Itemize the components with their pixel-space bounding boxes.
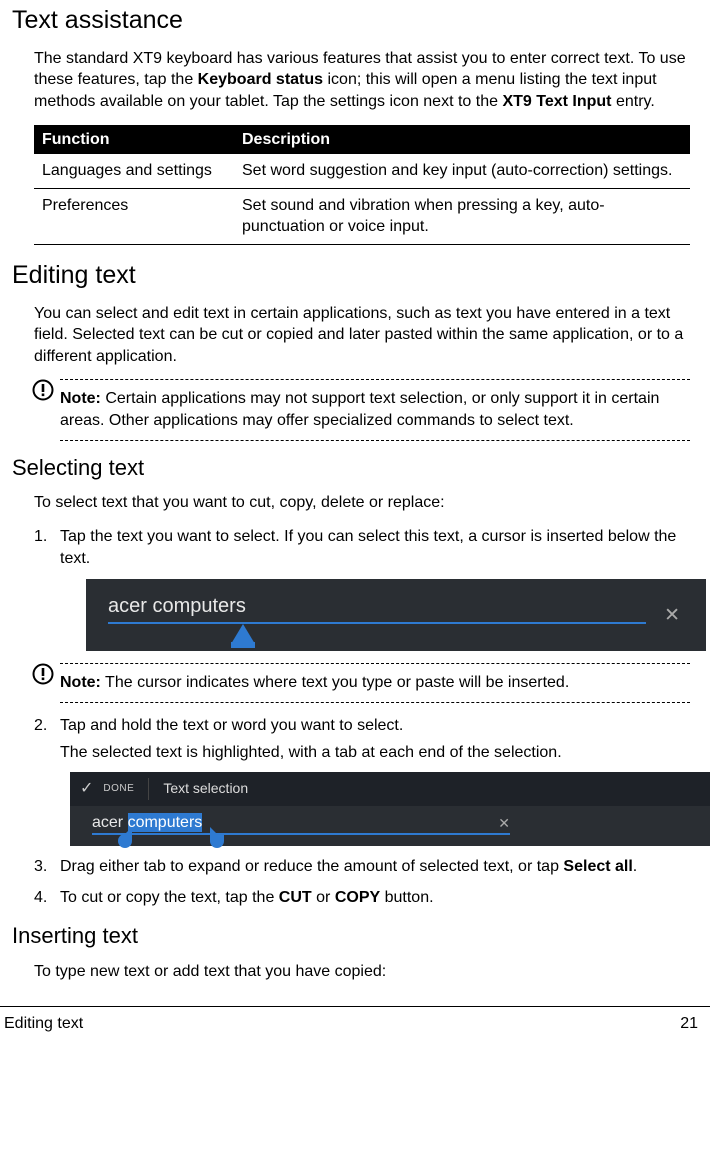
note-block: Note: The cursor indicates where text yo… [34,663,690,703]
alert-icon [32,379,54,401]
step-text: Tap and hold the text or word you want t… [60,715,690,737]
step-4: To cut or copy the text, tap the CUT or … [34,887,690,909]
heading-selecting-text: Selecting text [12,453,698,483]
underline [92,833,510,835]
cursor-handle-icon [231,624,255,644]
alert-icon [32,663,54,685]
screenshot-selection: ✓ DONE Text selection acer computers ✕ [70,772,710,846]
step-text: To cut or copy the text, tap the CUT or … [60,887,690,909]
step-text: The selected text is highlighted, with a… [60,742,690,764]
clear-icon: ✕ [664,603,680,629]
step-text: Drag either tab to expand or reduce the … [60,856,690,878]
selection-handle-left-icon [118,834,132,848]
step-3: Drag either tab to expand or reduce the … [34,856,690,878]
table-row: Languages and settings Set word suggesti… [34,154,690,188]
para-inserting-intro: To type new text or add text that you ha… [34,961,690,983]
note-text: Note: Certain applications may not suppo… [60,388,690,431]
cell-description: Set word suggestion and key input (auto-… [234,154,690,188]
para-text-assistance: The standard XT9 keyboard has various fe… [34,48,690,113]
screenshot-cursor: acer computers ✕ [86,579,690,651]
heading-editing-text: Editing text [12,259,698,293]
cell-function: Preferences [34,188,234,244]
footer-page-number: 21 [680,1013,698,1035]
footer-section-title: Editing text [4,1013,83,1035]
done-label: DONE [103,782,134,796]
steps-list: Tap the text you want to select. If you … [34,526,690,651]
selection-text: acer computers [92,813,202,832]
heading-inserting-text: Inserting text [12,921,698,951]
cell-function: Languages and settings [34,154,234,188]
para-editing-text: You can select and edit text in certain … [34,303,690,368]
note-block: Note: Certain applications may not suppo… [34,379,690,440]
note-text: Note: The cursor indicates where text yo… [60,672,690,694]
cell-description: Set sound and vibration when pressing a … [234,188,690,244]
clear-icon: ✕ [498,814,510,833]
step-2: Tap and hold the text or word you want t… [34,715,690,846]
th-function: Function [34,125,234,155]
th-description: Description [234,125,690,155]
page-footer: Editing text 21 [0,1006,710,1045]
steps-list-cont: Tap and hold the text or word you want t… [34,715,690,909]
para-selecting-intro: To select text that you want to cut, cop… [34,492,690,514]
search-text: acer computers [108,595,246,617]
selection-title: Text selection [163,779,248,798]
heading-text-assistance: Text assistance [12,4,698,38]
selection-handle-right-icon [210,834,224,848]
divider [148,778,149,800]
step-1: Tap the text you want to select. If you … [34,526,690,651]
underline [108,622,646,624]
table-row: Preferences Set sound and vibration when… [34,188,690,244]
check-icon: ✓ [80,778,93,800]
functions-table: Function Description Languages and setti… [34,125,690,245]
step-text: Tap the text you want to select. If you … [60,526,690,569]
